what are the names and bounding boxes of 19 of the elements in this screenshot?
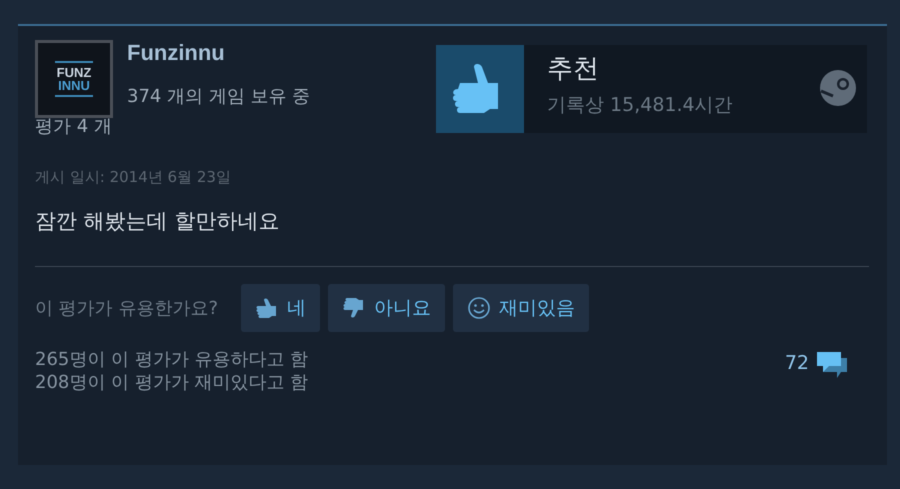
vote-summary: 265명이 이 평가가 유용하다고 함 [35, 348, 308, 372]
avatar-text: FUNZ [56, 66, 92, 79]
avatar-text: INNU [58, 79, 90, 92]
vote-summary: 208명이 이 평가가 재미있다고 함 [35, 371, 308, 395]
author-name[interactable]: Funzinnu [127, 40, 310, 66]
vote-button[interactable]: 아니요 [328, 284, 445, 332]
games-owned[interactable]: 374 개의 게임 보유 중 [127, 84, 310, 108]
hours-played: 기록상 15,481.4시간 [547, 93, 734, 118]
avatar[interactable]: FUNZ INNU [35, 40, 113, 118]
review-text: 잠깐 해봤는데 할만하네요 [35, 208, 280, 235]
thumb-up-icon [255, 296, 279, 320]
smile-icon [467, 296, 491, 320]
comment-count[interactable]: 72 [784, 352, 809, 374]
vote-button[interactable]: 네 [241, 284, 320, 332]
thumb-down-icon [342, 296, 366, 320]
vote-button[interactable]: 재미있음 [453, 284, 589, 332]
verdict-title: 추천 [547, 53, 600, 86]
helpful-prompt: 이 평가가 유용한가요? [35, 297, 218, 320]
posted-date: 게시 일시: 2014년 6월 23일 [35, 168, 232, 187]
